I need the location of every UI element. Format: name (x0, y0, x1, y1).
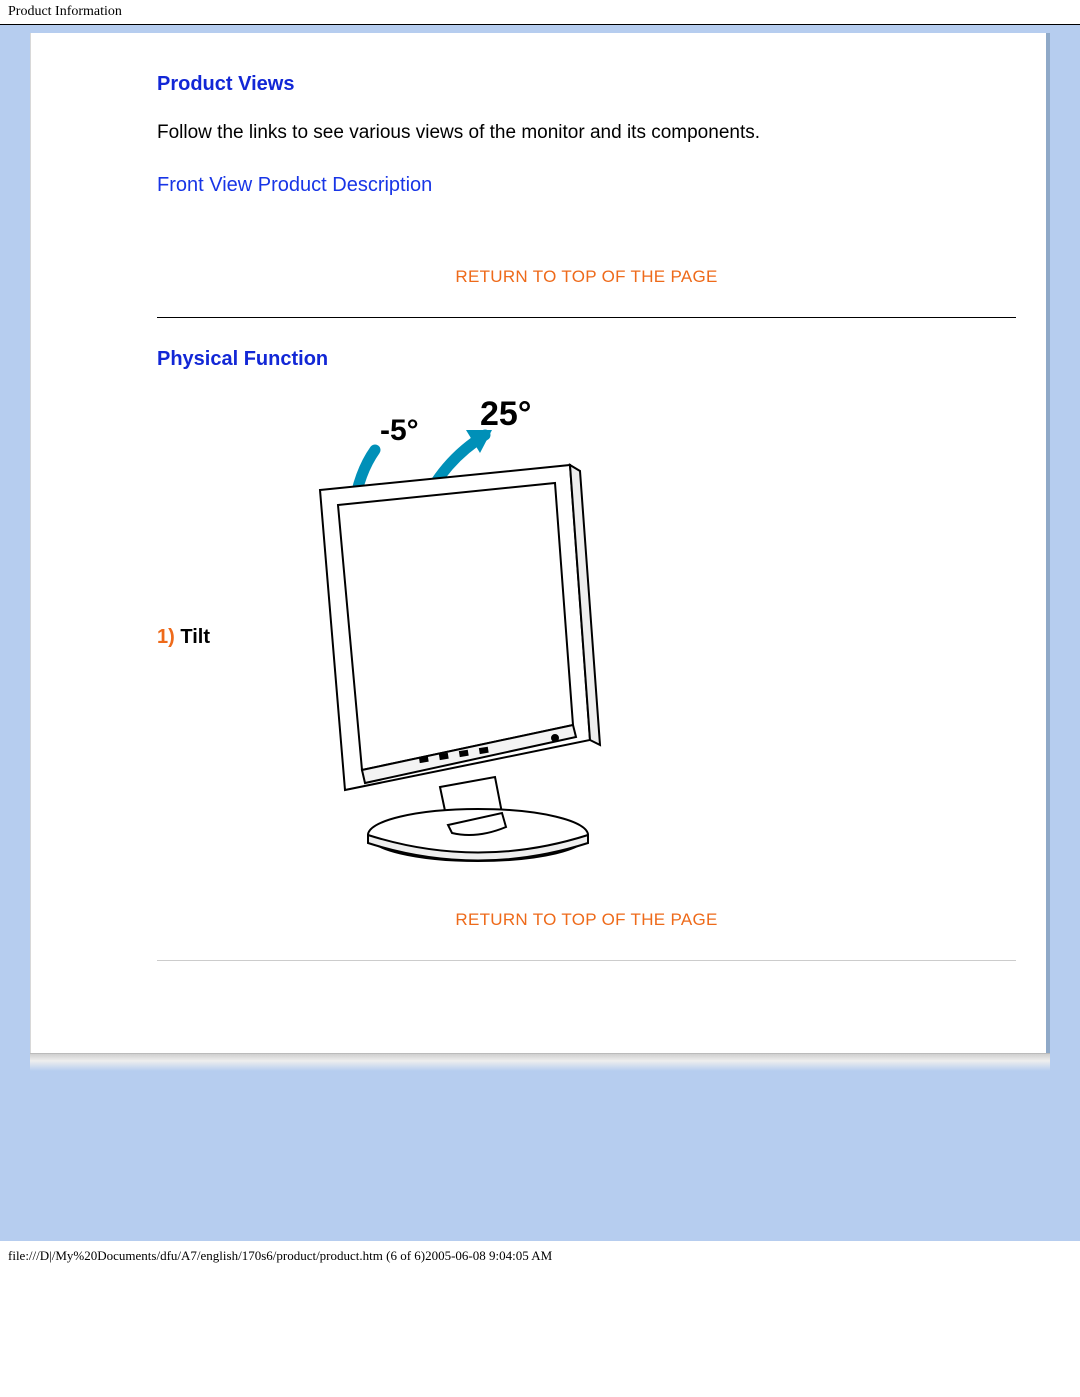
link-front-view-description[interactable]: Front View Product Description (157, 174, 432, 196)
product-views-intro: Follow the links to see various views of… (157, 120, 1016, 146)
page-header: Product Information (0, 0, 1080, 25)
tilt-label: 1) Tilt (157, 626, 250, 649)
page-background: Product Views Follow the links to see va… (0, 25, 1080, 1241)
return-top-container-2: RETURN TO TOP OF THE PAGE (157, 910, 1016, 930)
heading-physical-function: Physical Function (157, 348, 1016, 371)
heading-product-views: Product Views (157, 73, 1016, 96)
divider-1 (157, 317, 1016, 318)
angle-back-label: -5° (380, 414, 419, 447)
page-header-title: Product Information (8, 4, 122, 19)
page-body: Product Views Follow the links to see va… (30, 33, 1046, 1053)
divider-2 (157, 960, 1016, 961)
angle-forward-label: 25° (480, 395, 531, 433)
monitor-tilt-icon: -5° 25° (280, 395, 680, 875)
tilt-text: Tilt (180, 626, 210, 648)
footer: file:///D|/My%20Documents/dfu/A7/english… (0, 1241, 1080, 1274)
footer-path: file:///D|/My%20Documents/dfu/A7/english… (8, 1248, 552, 1263)
tilt-row: 1) Tilt -5° 25° (157, 395, 1016, 880)
link-return-top-2[interactable]: RETURN TO TOP OF THE PAGE (455, 910, 717, 929)
card-shadow (30, 1053, 1050, 1071)
tilt-number: 1) (157, 626, 175, 648)
tilt-diagram: -5° 25° (280, 395, 680, 880)
content-card: Product Views Follow the links to see va… (30, 33, 1050, 1053)
link-return-top-1[interactable]: RETURN TO TOP OF THE PAGE (455, 267, 717, 286)
return-top-container-1: RETURN TO TOP OF THE PAGE (157, 267, 1016, 287)
blue-gap (0, 1071, 1080, 1241)
